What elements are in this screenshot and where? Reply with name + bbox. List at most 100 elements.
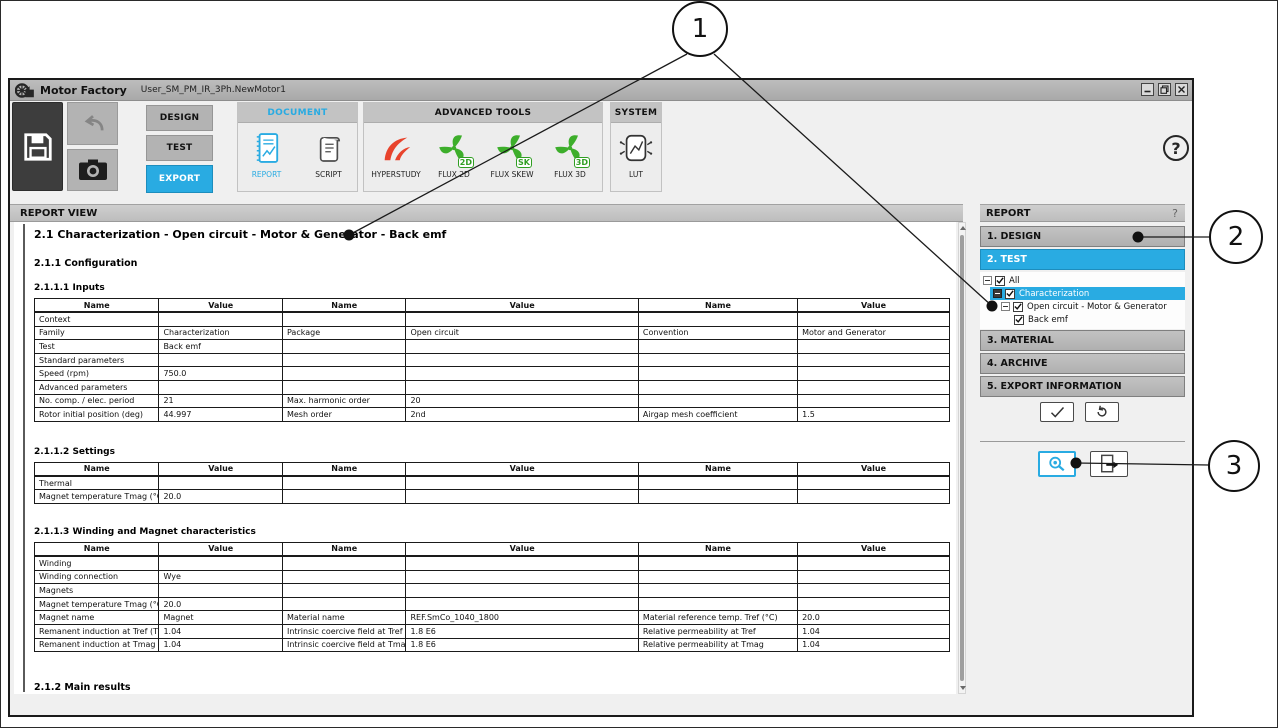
magnifier-icon [1046,455,1068,473]
table-cell: Context [35,312,159,326]
script-scroll-icon [316,128,342,168]
save-button[interactable] [12,102,63,191]
table-cell: 20.0 [798,611,950,625]
flux-skew-badge: SK [516,157,532,168]
nav-export-button[interactable]: EXPORT [146,165,213,193]
checkbox-all[interactable] [995,276,1005,286]
check-icon [1006,290,1014,297]
sidebar-help-icon[interactable]: ? [1172,207,1178,220]
tree-item-all[interactable]: All [980,274,1185,287]
fluxskew-tool-button[interactable]: SK FLUX SKEW [486,128,538,179]
preview-button[interactable] [1038,451,1076,477]
checkbox-back-emf[interactable] [1014,315,1024,325]
flux2d-tool-button[interactable]: 2D FLUX 2D [428,128,480,179]
check-icon [1015,316,1023,323]
table-cell: Advanced parameters [35,380,159,394]
table-cell: Speed (rpm) [35,367,159,381]
flux-skew-label: FLUX SKEW [491,170,534,179]
table-cell [638,490,797,504]
screenshot-camera-button[interactable] [67,149,118,191]
reset-button[interactable] [1085,402,1119,422]
tree-label-back-emf: Back emf [1028,315,1068,325]
table-row: Standard parameters [35,353,950,367]
heading-settings: 2.1.1.2 Settings [34,447,950,457]
flux-3d-fan-icon: 3D [554,128,586,168]
table-cell: Intrinsic coercive field at Tref (A/m) [282,624,406,638]
table-cell: Intrinsic coercive field at Tmag (A/m) [282,638,406,652]
tree-item-open-circuit[interactable]: Open circuit - Motor & Generator [980,300,1185,313]
inputs-table: NameValueNameValueNameValueContextFamily… [34,298,950,422]
table-cell [638,570,797,584]
heading-configuration: 2.1.1 Configuration [34,258,950,269]
flux-2d-fan-icon: 2D [438,128,470,168]
table-cell [282,312,406,326]
table-cell: Family [35,326,159,340]
hyperstudy-tool-button[interactable]: HYPERSTUDY [370,128,422,179]
apply-button[interactable] [1040,402,1074,422]
winding-table: NameValueNameValueNameValueWindingWindin… [34,542,950,652]
table-cell [159,312,283,326]
collapse-icon[interactable] [1001,302,1010,311]
table-cell: Open circuit [406,326,638,340]
check-icon [1014,303,1022,310]
table-cell: Remanent induction at Tmag (T) [35,638,159,652]
column-header: Name [638,542,797,556]
settings-table: NameValueNameValueNameValueThermalMagnet… [34,462,950,504]
table-cell [798,380,950,394]
table-cell [638,597,797,611]
report-notebook-icon [254,128,280,168]
lut-tool-button[interactable]: LUT [611,128,661,179]
sidebar-divider [980,441,1185,442]
report-section-title: 2.1 Characterization - Open circuit - Mo… [34,228,950,241]
restore-icon [1160,85,1169,94]
table-cell: Magnet [159,611,283,625]
close-button[interactable] [1175,83,1188,96]
callout-1-number: 1 [692,14,709,44]
table-cell [638,340,797,354]
restore-button[interactable] [1158,83,1171,96]
sidebar-section-design[interactable]: 1. DESIGN [980,226,1185,247]
column-header: Value [798,462,950,476]
column-header: Name [638,299,797,313]
checkbox-open-circuit[interactable] [1013,302,1023,312]
export-report-button[interactable] [1090,451,1128,477]
flux-3d-badge: 3D [574,157,590,168]
flux3d-tool-button[interactable]: 3D FLUX 3D [544,128,596,179]
checkbox-characterization[interactable] [1005,289,1015,299]
table-cell [406,597,638,611]
sidebar-section-export-information[interactable]: 5. EXPORT INFORMATION [980,376,1185,397]
help-button[interactable]: ? [1163,135,1189,161]
heading-inputs: 2.1.1.1 Inputs [34,283,950,293]
nav-test-button[interactable]: TEST [146,135,213,161]
column-header: Name [35,462,159,476]
report-tool-button[interactable]: REPORT [241,128,293,179]
scrollbar-thumb[interactable] [960,235,964,681]
table-cell [406,584,638,598]
table-cell: Relative permeability at Tref [638,624,797,638]
table-row: Rotor initial position (deg)44.997Mesh o… [35,408,950,422]
tree-item-characterization[interactable]: Characterization [980,287,1185,300]
table-row: No. comp. / elec. period21Max. harmonic … [35,394,950,408]
sidebar-section-test[interactable]: 2. TEST [980,249,1185,270]
minimize-button[interactable] [1141,83,1154,96]
callout-2: 2 [1209,210,1263,264]
scroll-up-icon[interactable] [960,226,966,230]
report-scrollbar[interactable] [958,222,966,694]
flux-2d-label: FLUX 2D [438,170,470,179]
table-cell: 2nd [406,408,638,422]
table-cell: 1.5 [798,408,950,422]
script-tool-button[interactable]: SCRIPT [303,128,355,179]
undo-button[interactable] [67,102,118,145]
table-cell: 20.0 [159,490,283,504]
sidebar-section-archive[interactable]: 4. ARCHIVE [980,353,1185,374]
sidebar-section-material[interactable]: 3. MATERIAL [980,330,1185,351]
table-cell [798,394,950,408]
table-cell: REF.SmCo_1040_1800 [406,611,638,625]
advanced-tools-group: ADVANCED TOOLS HYPERSTUDY [363,102,603,192]
collapse-icon[interactable] [993,289,1002,298]
collapse-icon[interactable] [983,276,992,285]
tree-item-back-emf[interactable]: Back emf [980,313,1185,326]
nav-design-button[interactable]: DESIGN [146,105,213,131]
scroll-down-icon[interactable] [960,686,966,690]
table-cell [282,556,406,570]
